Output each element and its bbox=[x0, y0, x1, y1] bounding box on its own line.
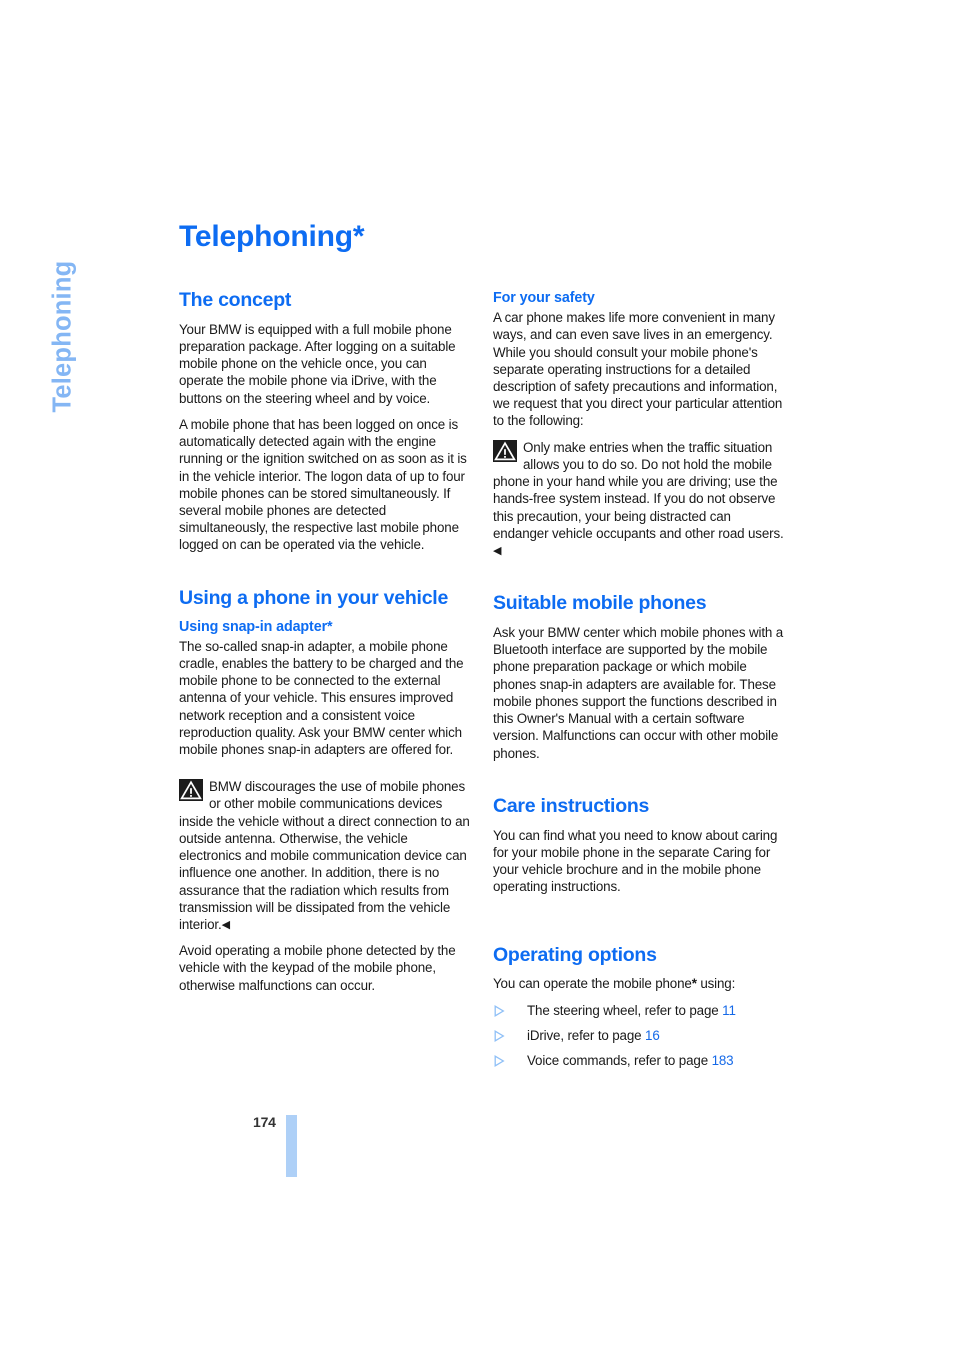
warning-spacer bbox=[179, 767, 470, 778]
chapter-tab-label: Telephoning bbox=[48, 260, 77, 413]
heading-using-a-phone-in-your-vehicle: Using a phone in your vehicle bbox=[179, 586, 449, 609]
triangle-bullet-icon bbox=[494, 1029, 505, 1042]
warning-triangle-icon bbox=[179, 779, 203, 802]
subheading-using-snap-in-adapter: Using snap-in adapter* bbox=[179, 618, 333, 635]
safety-paragraph: A car phone makes life more convenient i… bbox=[493, 310, 783, 429]
footer-accent-bar bbox=[286, 1115, 297, 1177]
care-instructions-paragraph: You can find what you need to know about… bbox=[493, 827, 778, 895]
manual-page: Telephoning Telephoning* The concept You… bbox=[0, 0, 954, 1351]
concept-paragraph-1: Your BMW is equipped with a full mobile … bbox=[179, 321, 456, 406]
warning-block-traffic: Only make entries when the traffic situa… bbox=[493, 439, 784, 560]
warning-triangle-icon bbox=[493, 439, 517, 462]
list-item-label: The steering wheel, refer to page bbox=[527, 1002, 723, 1018]
concept-paragraph-2: A mobile phone that has been logged on o… bbox=[179, 416, 467, 553]
suitable-phones-paragraph: Ask your BMW center which mobile phones … bbox=[493, 625, 784, 761]
snap-in-adapter-paragraph: The so-called snap-in adapter, a mobile … bbox=[179, 638, 464, 757]
operating-options-intro: You can operate the mobile phone* using: bbox=[493, 975, 784, 992]
page-title: Telephoning* bbox=[179, 220, 365, 253]
triangle-bullet-icon bbox=[494, 1054, 505, 1067]
list-item-label: iDrive, refer to page bbox=[527, 1027, 646, 1043]
subheading-for-your-safety: For your safety bbox=[493, 290, 595, 306]
heading-suitable-mobile-phones: Suitable mobile phones bbox=[493, 592, 707, 615]
operating-options-list: The steering wheel, refer to page 11 iDr… bbox=[493, 1002, 784, 1070]
list-item: iDrive, refer to page 16 bbox=[493, 1027, 784, 1044]
triangle-bullet-icon bbox=[494, 1004, 505, 1017]
page-reference[interactable]: 16 bbox=[645, 1028, 660, 1043]
chapter-tab: Telephoning bbox=[0, 0, 175, 500]
heading-the-concept: The concept bbox=[179, 289, 292, 311]
heading-operating-options: Operating options bbox=[493, 943, 657, 966]
page-reference[interactable]: 183 bbox=[712, 1053, 734, 1068]
operating-options-intro-text: You can operate the mobile phone bbox=[493, 976, 692, 992]
warning-block-antenna: BMW discourages the use of mobile phones… bbox=[179, 778, 470, 933]
operating-options-intro-tail: using: bbox=[696, 976, 736, 992]
warning-endmark: ◀ bbox=[221, 918, 231, 931]
list-item: The steering wheel, refer to page 11 bbox=[493, 1002, 784, 1019]
warning-text-antenna: BMW discourages the use of mobile phones… bbox=[179, 779, 470, 932]
page-reference[interactable]: 11 bbox=[722, 1003, 736, 1018]
page-footer: 174 bbox=[179, 1114, 479, 1194]
page-number: 174 bbox=[253, 1114, 276, 1130]
left-column: The concept Your BMW is equipped with a … bbox=[179, 289, 470, 994]
right-column: For your safety A car phone makes life m… bbox=[493, 290, 784, 1077]
heading-care-instructions: Care instructions bbox=[493, 794, 650, 817]
list-item: Voice commands, refer to page 183 bbox=[493, 1052, 784, 1069]
warning-endmark: ◀ bbox=[493, 545, 502, 557]
avoid-keypad-paragraph: Avoid operating a mobile phone detected … bbox=[179, 943, 456, 993]
warning-text-traffic: Only make entries when the traffic situa… bbox=[493, 439, 784, 541]
list-item-label: Voice commands, refer to page bbox=[527, 1052, 712, 1068]
